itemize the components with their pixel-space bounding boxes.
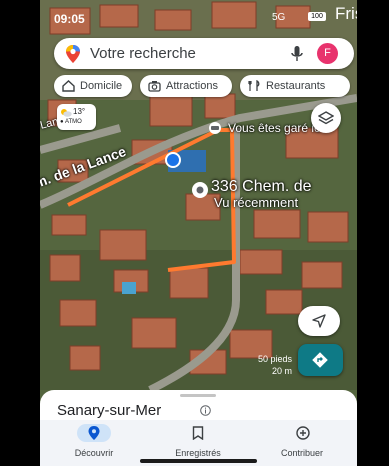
- network-indicator: 5G: [272, 12, 286, 23]
- add-circle-icon: [296, 426, 310, 440]
- bookmark-icon: [192, 426, 204, 440]
- mic-icon[interactable]: [291, 46, 303, 62]
- avatar[interactable]: F: [317, 43, 338, 64]
- directions-button[interactable]: [298, 344, 343, 376]
- weather-icon: [61, 109, 72, 117]
- battery-icon: 100: [308, 12, 326, 21]
- restaurant-icon: [248, 80, 260, 91]
- nav-label: Contribuer: [280, 448, 324, 458]
- maps-pin-icon: [66, 45, 80, 63]
- search-input[interactable]: Votre recherche: [90, 45, 196, 62]
- chip-domicile[interactable]: Domicile: [54, 75, 132, 97]
- chip-label: Restaurants: [266, 80, 326, 92]
- overlay-text: Fris: [335, 4, 357, 23]
- directions-icon: [312, 352, 328, 368]
- info-icon[interactable]: [200, 405, 211, 416]
- status-time: 09:05: [54, 12, 85, 26]
- place-title: Sanary-sur-Mer: [57, 402, 162, 419]
- my-location-button[interactable]: [298, 306, 340, 336]
- layers-icon: [318, 111, 334, 125]
- sheet-drag-handle[interactable]: [180, 394, 216, 397]
- weather-temp: 13°: [73, 107, 86, 116]
- chip-attractions[interactable]: Attractions: [140, 75, 232, 97]
- scale-meters: 20 m: [271, 366, 292, 376]
- nav-decouvrir[interactable]: Découvrir: [54, 420, 134, 466]
- status-bar: 09:05 5G 100 Fris: [40, 0, 357, 36]
- weather-chip[interactable]: 13° ● ATMO: [57, 104, 96, 130]
- address-label[interactable]: 336 Chem. de: [211, 178, 312, 196]
- nav-contribuer[interactable]: Contribuer: [262, 420, 342, 466]
- home-icon: [62, 80, 75, 92]
- weather-source: ● ATMO: [60, 119, 82, 125]
- parked-car-label[interactable]: Vous êtes garé ic: [228, 121, 320, 135]
- map-scale: 50 pieds 20 m: [244, 354, 292, 376]
- chip-restaurants[interactable]: Restaurants: [240, 75, 350, 97]
- pool: [122, 282, 136, 294]
- phone-screen: Lang m. de la Lance Vous êtes garé ic 33…: [40, 0, 357, 466]
- scale-feet: 50 pieds: [257, 354, 292, 364]
- layers-button[interactable]: [311, 103, 341, 133]
- chip-label: Domicile: [80, 80, 123, 92]
- navigation-arrow-icon: [312, 314, 326, 328]
- camera-icon: [148, 81, 161, 92]
- recent-label: Vu récemment: [214, 195, 299, 210]
- nav-label: Enregistrés: [175, 448, 221, 458]
- home-indicator[interactable]: [140, 459, 257, 463]
- recent-place-icon: [192, 182, 208, 198]
- search-bar[interactable]: Votre recherche F: [54, 38, 354, 69]
- current-location-dot: [165, 152, 181, 168]
- chip-label: Attractions: [166, 80, 218, 92]
- nav-label: Découvrir: [74, 448, 114, 458]
- car-icon: [209, 122, 221, 134]
- explore-icon: [88, 426, 100, 440]
